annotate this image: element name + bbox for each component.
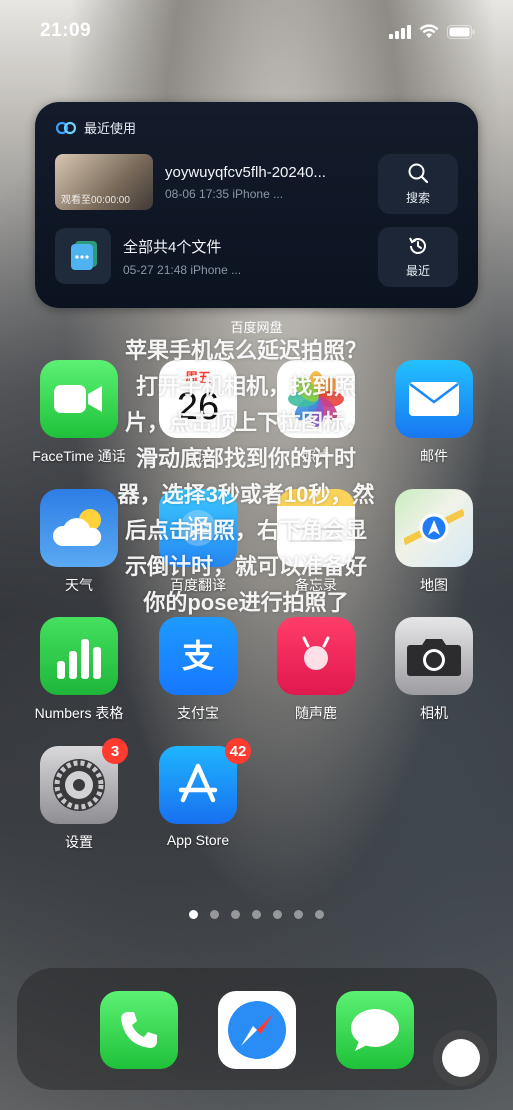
- notification-badge: 42: [225, 738, 251, 764]
- search-icon: [408, 163, 429, 184]
- page-dot: [210, 910, 219, 919]
- recent-item-title: 全部共4个文件: [123, 238, 222, 256]
- app-label: 支付宝: [177, 705, 219, 721]
- notification-badge: 3: [102, 738, 128, 764]
- app-label: 地图: [420, 577, 448, 593]
- recent-item-files[interactable]: 全部共4个文件 05-27 21:48 iPhone ...: [55, 228, 360, 284]
- app-alipay[interactable]: 支 支付宝: [158, 617, 238, 723]
- page-indicator[interactable]: [0, 910, 513, 919]
- assistive-touch-button[interactable]: [433, 1030, 489, 1086]
- overlay-line: 苹果手机怎么延迟拍照？: [124, 338, 367, 363]
- mail-envelope-icon: [395, 360, 473, 438]
- app-label: App Store: [166, 832, 230, 848]
- numbers-chart-icon: [40, 617, 118, 695]
- page-dot: [273, 910, 282, 919]
- safari-compass-icon: [218, 991, 296, 1069]
- deer-app-icon: [277, 617, 355, 695]
- app-label: 设置: [65, 834, 93, 850]
- app-label: 邮件: [420, 448, 448, 464]
- dock-messages[interactable]: [335, 991, 415, 1069]
- app-camera[interactable]: 相机: [394, 617, 474, 723]
- page-dot: [252, 910, 261, 919]
- page-dot: [189, 910, 198, 919]
- app-suishouji[interactable]: 随声鹿: [276, 617, 356, 723]
- messages-bubble-icon: [336, 991, 414, 1069]
- camera-icon: [395, 617, 473, 695]
- overlay-caption-text: 苹果手机怎么延迟拍照？ 打开手机相机，找到照片，点击顶上下拉图标，滑动底部找到你的…: [115, 333, 377, 621]
- phone-icon: [100, 991, 178, 1069]
- app-weather[interactable]: 天气: [39, 489, 119, 595]
- recent-item-title: yoywuyqfcv5flh-20240...: [165, 163, 326, 181]
- recent-item-subtitle: 05-27 21:48 iPhone ...: [123, 262, 242, 277]
- recent-button[interactable]: 最近: [378, 227, 458, 287]
- weather-cloud-sun-icon: [40, 489, 118, 567]
- dock-safari[interactable]: [217, 991, 297, 1069]
- thumbnail-caption: 观看至00:00:00: [61, 195, 130, 206]
- file-stack-icon: [55, 228, 111, 284]
- alipay-icon: 支: [159, 617, 237, 695]
- battery-icon: [447, 24, 475, 39]
- assistive-touch-knob: [442, 1039, 480, 1077]
- history-clock-icon: [409, 237, 426, 254]
- wifi-icon: [419, 24, 439, 38]
- dock-phone[interactable]: [99, 991, 179, 1069]
- recent-item-subtitle: 08-06 17:35 iPhone ...: [165, 186, 284, 201]
- svg-text:支: 支: [182, 637, 214, 675]
- app-label: 随声鹿: [295, 705, 337, 721]
- facetime-icon: [40, 360, 118, 438]
- status-indicators: [389, 24, 475, 39]
- app-settings[interactable]: 3 设置: [39, 738, 128, 852]
- baidu-netdisk-logo-icon: [55, 121, 77, 134]
- status-time: 21:09: [40, 20, 92, 41]
- recent-item-video[interactable]: 观看至00:00:00 yoywuyqfcv5flh-20240... 08-0…: [55, 154, 360, 210]
- page-dot: [231, 910, 240, 919]
- recent-button-label: 最近: [405, 264, 430, 278]
- app-numbers[interactable]: Numbers 表格: [35, 617, 123, 723]
- video-thumbnail: 观看至00:00:00: [55, 154, 153, 210]
- page-dot: [294, 910, 303, 919]
- appstore-icon: 42: [159, 738, 251, 824]
- cellular-signal-icon: [389, 24, 411, 39]
- app-appstore[interactable]: 42 App Store: [158, 738, 251, 848]
- maps-icon: [395, 489, 473, 567]
- widget-title: 最近使用: [84, 121, 137, 136]
- app-label: 相机: [420, 705, 448, 721]
- settings-gear-icon: 3: [40, 738, 128, 824]
- page-dot: [315, 910, 324, 919]
- app-label: Numbers 表格: [34, 705, 124, 721]
- app-mail[interactable]: 邮件: [394, 360, 474, 466]
- search-button-label: 搜索: [405, 191, 430, 205]
- app-facetime[interactable]: FaceTime 通话: [32, 360, 126, 466]
- overlay-line: 打开手机相机，找到照片，点击顶上下拉图标，滑动底部找到你的计时器，选择3秒或者1…: [117, 374, 375, 615]
- baidu-netdisk-widget[interactable]: 最近使用 观看至00:00:00 yoywuyqfcv5flh-20240...…: [35, 102, 478, 308]
- widget-header: 最近使用: [55, 118, 136, 137]
- app-maps[interactable]: 地图: [394, 489, 474, 595]
- search-button[interactable]: 搜索: [378, 154, 458, 214]
